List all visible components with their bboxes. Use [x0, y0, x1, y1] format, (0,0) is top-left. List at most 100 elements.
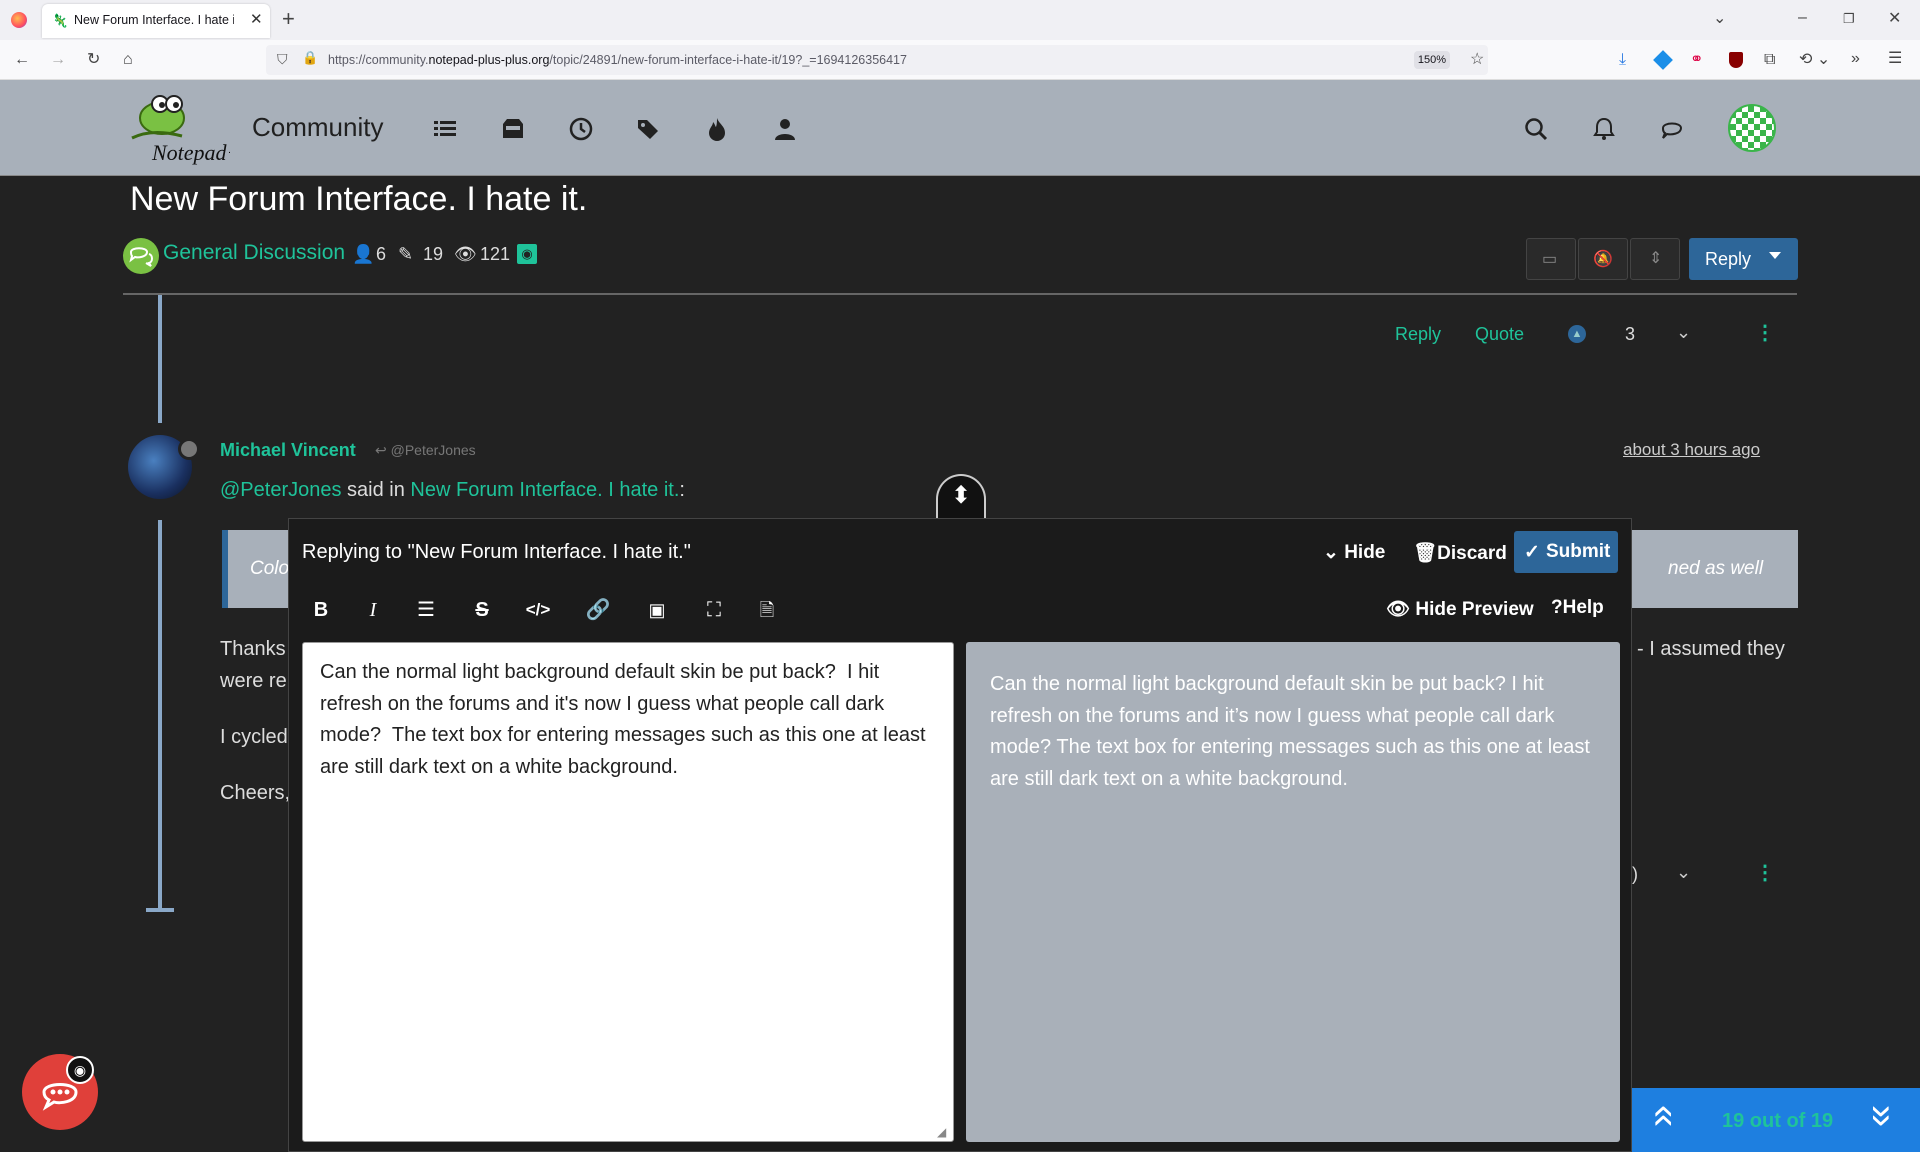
discard-button[interactable]: 🗑Discard: [1413, 541, 1507, 565]
downvote-icon[interactable]: ⌄: [1676, 322, 1691, 343]
textarea-resize-grip-icon[interactable]: ◢: [937, 1125, 946, 1139]
link-extension-icon[interactable]: ⚭: [1690, 50, 1703, 70]
back-icon[interactable]: ←: [14, 50, 30, 70]
list-icon[interactable]: ☰: [411, 595, 441, 625]
list-tabs-icon[interactable]: ⌄: [1713, 9, 1726, 29]
post-tools-icon[interactable]: ⋮: [1755, 320, 1775, 345]
post2-tools-icon[interactable]: ⋮: [1755, 860, 1775, 885]
topic-title: New Forum Interface. I hate it.: [130, 180, 588, 218]
post-timestamp[interactable]: about 3 hours ago: [1623, 440, 1760, 460]
chats-icon[interactable]: [1659, 116, 1685, 142]
user-avatar[interactable]: [1728, 104, 1776, 152]
mark-unread-button[interactable]: ▭: [1526, 238, 1576, 280]
pagination-text[interactable]: 19 out of 19: [1722, 1110, 1833, 1133]
post-quote-link[interactable]: Quote: [1475, 324, 1524, 345]
bell-slash-icon: 🔕: [1593, 251, 1613, 268]
submit-label: Submit: [1546, 541, 1611, 562]
scroll-top-icon[interactable]: »: [1639, 1105, 1683, 1127]
category-chat-icon[interactable]: [123, 238, 159, 274]
mention-link[interactable]: @PeterJones: [220, 479, 341, 501]
forward-icon[interactable]: →: [50, 50, 66, 70]
post-line-3-left: I cycled: [220, 726, 288, 748]
code-icon[interactable]: </>: [523, 595, 553, 625]
ublock-icon[interactable]: [1729, 52, 1743, 68]
thread-line-2: [158, 520, 162, 912]
favicon-icon: 🦎: [52, 13, 69, 28]
menu-icon[interactable]: ☰: [1888, 49, 1902, 69]
extension-icon[interactable]: [1653, 50, 1673, 70]
post-line-1-left: Thanks: [220, 638, 286, 660]
check-icon: ✓: [1524, 542, 1540, 563]
quoted-topic-link[interactable]: New Forum Interface. I hate it.: [410, 479, 679, 501]
notepad-plus-plus-logo[interactable]: Notepad++: [122, 88, 256, 168]
puzzle-icon[interactable]: ⧉: [1764, 50, 1775, 70]
lock-icon[interactable]: 🔒: [302, 50, 318, 66]
chevron-down-icon: ⌄: [1323, 542, 1339, 563]
italic-icon[interactable]: I: [358, 595, 388, 625]
new-tab-button[interactable]: +: [282, 8, 295, 30]
minimize-icon[interactable]: –: [1798, 8, 1807, 28]
topic-reply-button[interactable]: Reply: [1689, 238, 1798, 280]
post2-downvote-icon[interactable]: ⌄: [1676, 862, 1691, 883]
bold-icon[interactable]: B: [306, 595, 336, 625]
site-name[interactable]: Community: [252, 112, 383, 143]
reply-label: Reply: [1705, 249, 1752, 269]
chat-eye-icon[interactable]: ◉: [66, 1056, 94, 1084]
strikethrough-icon[interactable]: S: [467, 595, 497, 625]
scroll-bottom-icon[interactable]: »: [1861, 1105, 1905, 1127]
shield-icon[interactable]: ⛉: [277, 51, 288, 68]
bookmark-star-icon[interactable]: ☆: [1470, 50, 1484, 70]
url-bar[interactable]: ⛉ 🔒 https://community.notepad-plus-plus.…: [266, 45, 1488, 75]
home-icon[interactable]: ⌂: [123, 50, 133, 70]
image-icon[interactable]: ▣: [642, 595, 672, 625]
categories-icon[interactable]: [432, 116, 458, 142]
posters-count: 6: [376, 244, 387, 264]
pagination-bar: » 19 out of 19 »: [1632, 1088, 1920, 1152]
zen-mode-icon[interactable]: ⛶: [699, 595, 729, 625]
zoom-level[interactable]: 150%: [1414, 51, 1450, 69]
views-eye-icon: 👁: [454, 244, 477, 264]
downloads-icon[interactable]: ⤓: [1619, 50, 1626, 70]
hide-preview-button[interactable]: 👁 Hide Preview: [1386, 597, 1534, 621]
post2-vote-count[interactable]: ): [1632, 864, 1638, 885]
post-reply-link[interactable]: Reply: [1395, 324, 1441, 345]
inbox-icon[interactable]: [500, 116, 526, 142]
tags-icon[interactable]: [636, 116, 662, 142]
search-icon[interactable]: [1523, 116, 1549, 142]
thread-line-end: [146, 908, 174, 912]
composer-resize-handle[interactable]: ⬍: [936, 474, 986, 520]
reply-to-link[interactable]: ↩ @PeterJones: [375, 442, 476, 459]
firefox-icon[interactable]: [11, 12, 27, 28]
sort-button[interactable]: ⇕: [1630, 238, 1680, 280]
reload-icon[interactable]: ↻: [87, 50, 100, 70]
reply-to-name: @PeterJones: [390, 442, 476, 458]
reply-dropdown-caret-icon[interactable]: [1769, 252, 1781, 259]
sync-icon[interactable]: ⟲ ⌄: [1799, 50, 1830, 70]
rss-icon[interactable]: ◉: [517, 244, 537, 264]
upload-file-icon[interactable]: 🗎: [752, 595, 782, 625]
submit-button[interactable]: ✓ Submit: [1514, 531, 1618, 573]
upvote-icon[interactable]: ▲: [1568, 325, 1586, 343]
help-button[interactable]: ?Help: [1551, 597, 1604, 619]
watch-topic-button[interactable]: 🔕: [1578, 238, 1628, 280]
popular-fire-icon[interactable]: [704, 116, 730, 142]
url-text[interactable]: https://community.notepad-plus-plus.org/…: [328, 53, 907, 67]
post-author[interactable]: Michael Vincent: [220, 440, 356, 461]
notifications-bell-icon[interactable]: [1591, 116, 1617, 142]
category-link[interactable]: General Discussion: [163, 241, 345, 265]
overflow-icon[interactable]: »: [1851, 49, 1860, 69]
views-count: 121: [480, 244, 511, 264]
trash-icon: 🗑: [1413, 543, 1438, 564]
recent-clock-icon[interactable]: [568, 116, 594, 142]
link-icon[interactable]: 🔗: [583, 595, 613, 625]
vote-count[interactable]: 3: [1625, 324, 1635, 345]
window-close-icon[interactable]: ✕: [1888, 9, 1901, 29]
discard-label: Discard: [1437, 543, 1507, 564]
close-tab-icon[interactable]: ✕: [250, 10, 263, 28]
composer-preview: Can the normal light background default …: [966, 642, 1620, 1142]
hide-composer-button[interactable]: ⌄ Hide: [1323, 541, 1385, 564]
browser-tab[interactable]: 🦎 New Forum Interface. I hate it. | ✕: [42, 4, 270, 38]
users-icon[interactable]: [772, 116, 798, 142]
restore-icon[interactable]: ❐: [1843, 9, 1855, 29]
composer-textarea[interactable]: Can the normal light background default …: [302, 642, 954, 1142]
